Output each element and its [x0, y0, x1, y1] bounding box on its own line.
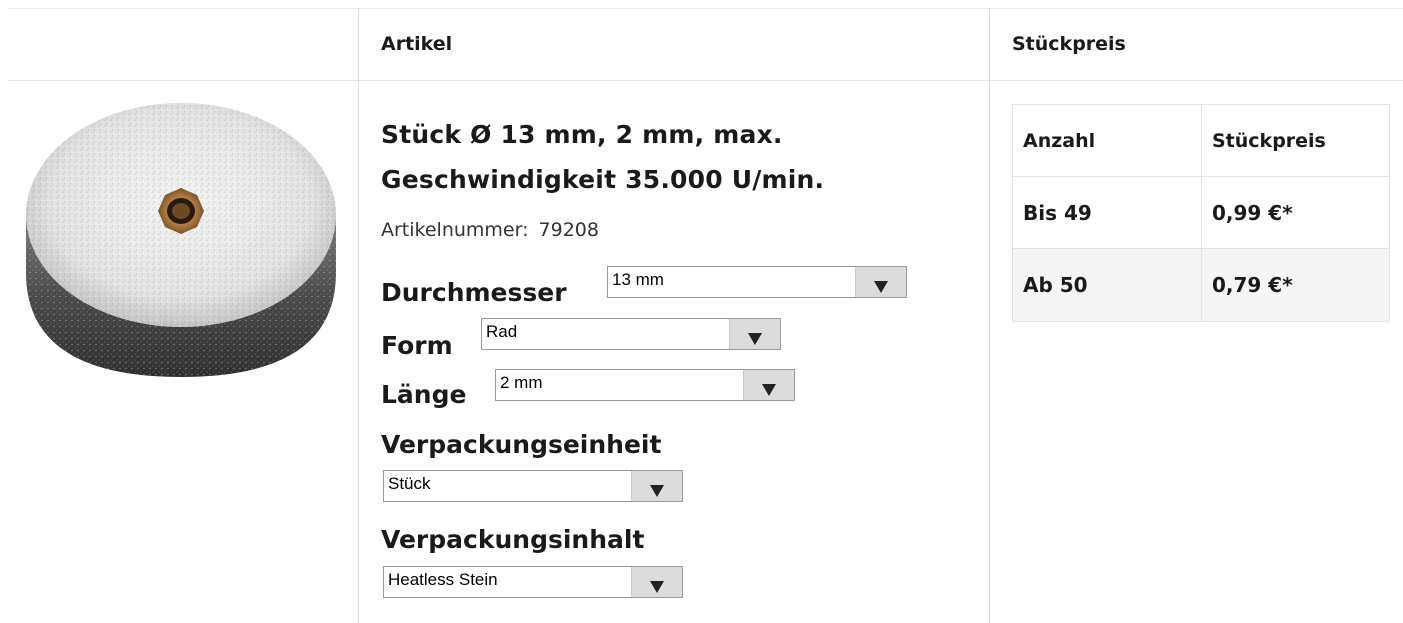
select-durchmesser-arrow[interactable]	[855, 267, 906, 297]
select-durchmesser-value: 13 mm	[612, 270, 664, 289]
price-table-header-row: Anzahl Stückpreis	[1013, 105, 1389, 177]
price-table: Anzahl Stückpreis Bis 49 0,99 €* Ab 50 0…	[1012, 104, 1390, 322]
price-table-header-stueckpreis: Stückpreis	[1212, 129, 1326, 152]
chevron-down-icon	[762, 384, 776, 396]
select-verpackungseinheit[interactable]: Stück	[383, 470, 683, 502]
product-title-line1: Stück Ø 13 mm, 2 mm, max.	[381, 120, 783, 149]
select-form-arrow[interactable]	[729, 319, 780, 349]
option-label-verpackungsinhalt: Verpackungsinhalt	[381, 525, 645, 554]
column-header-artikel: Artikel	[381, 33, 453, 55]
chevron-down-icon	[650, 581, 664, 593]
option-label-form: Form	[381, 331, 453, 360]
article-number-value: 79208	[538, 219, 599, 241]
grinding-wheel-image[interactable]	[20, 95, 342, 385]
chevron-down-icon	[874, 281, 888, 293]
column-header-stueckpreis: Stückpreis	[1012, 33, 1126, 55]
article-number: Artikelnummer: 79208	[381, 219, 599, 241]
select-laenge[interactable]: 2 mm	[495, 369, 795, 401]
price-tier-quantity: Bis 49	[1023, 200, 1092, 225]
select-form-value: Rad	[486, 322, 518, 341]
price-table-row: Bis 49 0,99 €*	[1013, 177, 1389, 249]
select-verpackungsinhalt[interactable]: Heatless Stein	[383, 566, 683, 598]
price-table-cell-divider	[1201, 105, 1202, 176]
option-label-durchmesser: Durchmesser	[381, 278, 567, 307]
price-tier-quantity: Ab 50	[1023, 273, 1088, 297]
price-table-cell-divider	[1201, 177, 1202, 248]
option-label-verpackungseinheit: Verpackungseinheit	[381, 430, 662, 459]
select-verpackungseinheit-value: Stück	[388, 474, 431, 493]
select-laenge-value: 2 mm	[500, 373, 543, 392]
price-table-cell-divider	[1201, 249, 1202, 321]
select-verpackungseinheit-arrow[interactable]	[631, 471, 682, 501]
product-title-line2: Geschwindigkeit 35.000 U/min.	[381, 165, 825, 194]
column-divider-1	[358, 8, 359, 623]
header-divider	[8, 80, 1403, 81]
grinding-wheel-icon	[26, 103, 336, 377]
chevron-down-icon	[650, 485, 664, 497]
select-verpackungsinhalt-arrow[interactable]	[631, 567, 682, 597]
column-divider-2	[989, 8, 990, 623]
select-verpackungsinhalt-value: Heatless Stein	[388, 570, 498, 589]
table-top-border	[8, 8, 1403, 9]
select-form[interactable]: Rad	[481, 318, 781, 350]
price-tier-price: 0,99 €*	[1212, 200, 1293, 225]
product-title: Stück Ø 13 mm, 2 mm, max. Geschwindigkei…	[381, 112, 971, 202]
option-label-laenge: Länge	[381, 380, 467, 409]
select-laenge-arrow[interactable]	[743, 370, 794, 400]
price-tier-price: 0,79 €*	[1212, 273, 1293, 297]
select-durchmesser[interactable]: 13 mm	[607, 266, 907, 298]
article-number-label: Artikelnummer:	[381, 219, 529, 241]
chevron-down-icon	[748, 333, 762, 345]
price-table-row: Ab 50 0,79 €*	[1013, 249, 1389, 321]
price-table-header-anzahl: Anzahl	[1023, 129, 1096, 152]
